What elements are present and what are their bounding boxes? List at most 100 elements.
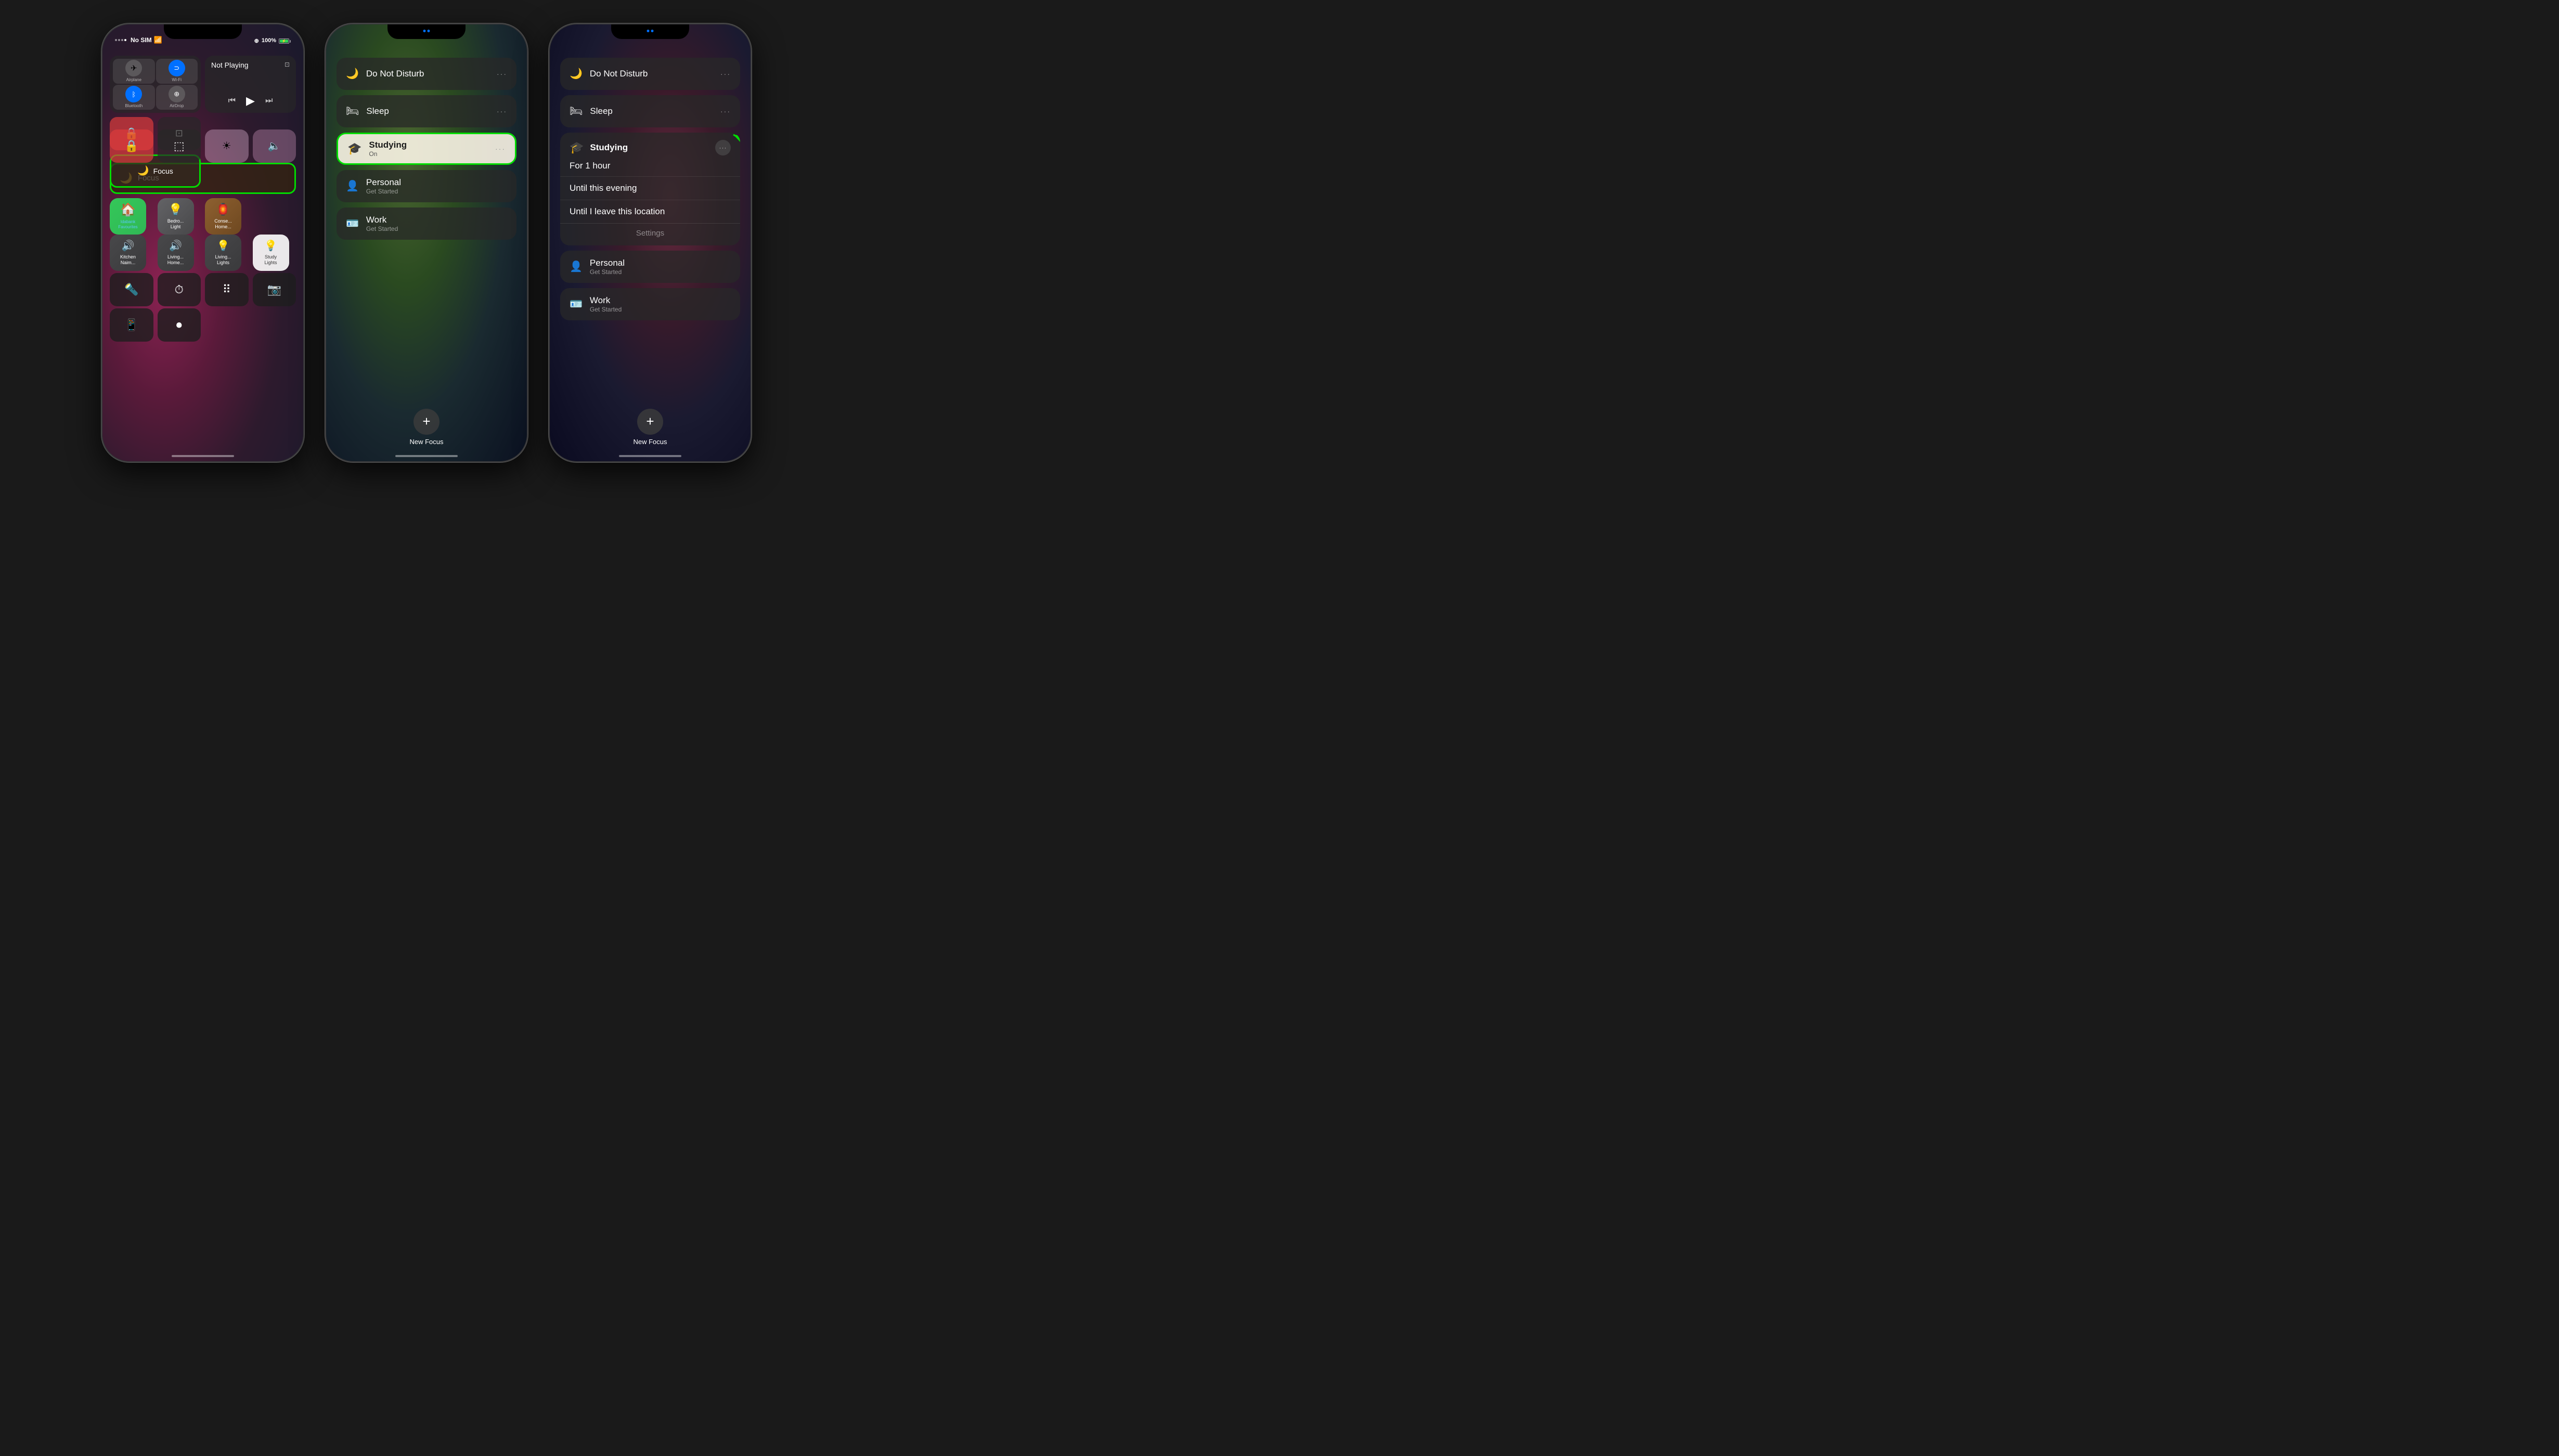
airplane-mode-btn[interactable]: ✈ Airplane	[113, 59, 155, 84]
carrier-label: No SIM	[131, 36, 152, 44]
status-bar-3	[647, 30, 654, 32]
home-indicator-1	[172, 455, 234, 457]
sleep-label: Sleep	[366, 106, 489, 116]
dnd-dots: ···	[497, 70, 507, 78]
airdrop-btn[interactable]: ⊕ AirDrop	[156, 85, 198, 110]
dnd-item[interactable]: 🌙 Do Not Disturb ···	[337, 58, 516, 90]
calculator-btn[interactable]: ⠿	[205, 273, 249, 306]
remote-btn[interactable]: 📱	[110, 308, 153, 342]
add-focus-btn-3[interactable]: + New Focus	[560, 409, 740, 451]
work-icon: 🪪	[346, 217, 359, 230]
brightness-icon: ☀	[222, 139, 231, 152]
volume-icon: 🔈	[268, 139, 281, 152]
screen-mirror-btn2[interactable]: ⬚	[158, 129, 201, 163]
location-icon: ⊕	[254, 37, 259, 44]
focus-menu: 🌙 Do Not Disturb ··· 🛏 Sleep ··· 🎓 Study…	[326, 53, 527, 461]
brightness-btn[interactable]: ☀	[205, 129, 249, 163]
add-circle-3: +	[637, 409, 663, 435]
until-leave-option[interactable]: Until I leave this location	[560, 200, 740, 224]
settings-option[interactable]: Settings	[560, 224, 740, 245]
sleep-dots-3: ···	[720, 107, 731, 115]
app-study-lights[interactable]: 💡 StudyLights	[253, 235, 289, 271]
app-bedroom[interactable]: 💡 Bedro...Light	[158, 198, 194, 235]
home-icon: 🏠	[120, 202, 136, 217]
personal-name: Personal	[366, 177, 507, 188]
app-living1[interactable]: 🔊 Living...Home...	[158, 235, 194, 271]
phone-1: No SIM 📶 ⊕ 100% ⚡	[101, 23, 304, 462]
wifi-status-icon: 📶	[154, 36, 162, 44]
sleep-item[interactable]: 🛏 Sleep ···	[337, 95, 516, 127]
dot-1	[423, 30, 426, 32]
until-evening-label: Until this evening	[570, 183, 637, 193]
add-label: New Focus	[409, 438, 443, 446]
studying-name: Studying	[369, 140, 488, 150]
record-icon: ⏺	[176, 318, 182, 332]
work-text-3: Work Get Started	[590, 295, 731, 313]
focus-expanded-menu: 🌙 Do Not Disturb ··· 🛏 Sleep ··· 🎓 Study…	[550, 53, 751, 461]
bluetooth-btn[interactable]: ᛒ Bluetooth	[113, 85, 155, 110]
screen-lock-btn2[interactable]: 🔒	[110, 129, 153, 163]
wifi-icon: ⊃	[174, 64, 179, 72]
dnd-label: Do Not Disturb	[366, 69, 489, 79]
add-icon: +	[422, 413, 430, 430]
signal-dots	[115, 39, 126, 41]
add-focus-btn[interactable]: + New Focus	[337, 409, 516, 451]
app-conserve[interactable]: 🏮 Conse...Home...	[205, 198, 241, 235]
studying-dots-icon: ···	[719, 144, 727, 151]
conserve-icon: 🏮	[216, 203, 230, 216]
wifi-toggle-btn[interactable]: ⊃ Wi-Fi	[156, 59, 198, 84]
flashlight-icon: 🔦	[124, 283, 138, 296]
app-idabank[interactable]: 🏠 IdabankFavourites	[110, 198, 146, 235]
sleep-item-3[interactable]: 🛏 Sleep ···	[560, 95, 740, 127]
personal-text-3: Personal Get Started	[590, 258, 731, 276]
record-btn[interactable]: ⏺	[158, 308, 201, 342]
flashlight-btn[interactable]: 🔦	[110, 273, 153, 306]
for-1-hour-option[interactable]: For 1 hour	[560, 155, 740, 177]
status-bar-2	[423, 30, 430, 32]
timer-icon: ⏱	[175, 283, 184, 296]
focus-moon-icon: 🌙	[137, 165, 149, 176]
add-icon-3: +	[646, 413, 654, 430]
dnd-icon-3: 🌙	[570, 67, 583, 80]
until-evening-option[interactable]: Until this evening	[560, 177, 740, 200]
work-item[interactable]: 🪪 Work Get Started	[337, 207, 516, 240]
camera-icon: 📷	[267, 283, 281, 296]
personal-item-3[interactable]: 👤 Personal Get Started	[560, 251, 740, 283]
work-item-3[interactable]: 🪪 Work Get Started	[560, 288, 740, 320]
settings-label: Settings	[636, 229, 664, 238]
battery-icon: ⚡	[279, 37, 291, 44]
prev-btn[interactable]: ⏮	[228, 96, 236, 106]
play-btn[interactable]: ▶	[246, 94, 255, 108]
notch-1	[164, 24, 242, 39]
sleep-name-3: Sleep	[590, 106, 713, 116]
phone-3: 🌙 Do Not Disturb ··· 🛏 Sleep ··· 🎓 Study…	[549, 23, 752, 462]
media-player: Not Playing ⊡ ⏮ ▶ ⏭	[205, 56, 296, 113]
personal-item[interactable]: 👤 Personal Get Started	[337, 170, 516, 202]
studying-item-active[interactable]: 🎓 Studying On ···	[337, 133, 516, 165]
studying-header-name: Studying	[590, 142, 709, 153]
bedroom-icon: 💡	[169, 203, 183, 216]
mirror-icon2: ⬚	[174, 139, 185, 153]
connectivity-panel: ✈ Airplane ⊃ Wi-Fi ᛒ Blueto	[110, 56, 201, 113]
camera-btn[interactable]: 📷	[253, 273, 296, 306]
airplay-icon[interactable]: ⊡	[285, 61, 290, 68]
timer-btn[interactable]: ⏱	[158, 273, 201, 306]
app-kitchen[interactable]: 🔊 KitchenNaim...	[110, 235, 146, 271]
personal-sub: Get Started	[366, 188, 507, 195]
volume-btn[interactable]: 🔈	[253, 129, 296, 163]
studying-dots-btn[interactable]: ···	[715, 140, 731, 155]
home-indicator-3	[619, 455, 681, 457]
living1-icon: 🔊	[169, 239, 182, 252]
studying-status: On	[369, 150, 488, 158]
next-btn[interactable]: ⏭	[265, 96, 273, 106]
sleep-dots: ···	[497, 107, 507, 115]
phone-2: 🌙 Do Not Disturb ··· 🛏 Sleep ··· 🎓 Study…	[325, 23, 528, 462]
work-sub: Get Started	[366, 225, 507, 232]
studying-header-icon: 🎓	[570, 141, 584, 154]
airplane-icon: ✈	[131, 63, 137, 73]
add-label-3: New Focus	[633, 438, 667, 446]
until-leave-label: Until I leave this location	[570, 206, 665, 216]
personal-sub-3: Get Started	[590, 268, 731, 276]
app-living2[interactable]: 💡 Living...Lights	[205, 235, 241, 271]
dnd-item-3[interactable]: 🌙 Do Not Disturb ···	[560, 58, 740, 90]
